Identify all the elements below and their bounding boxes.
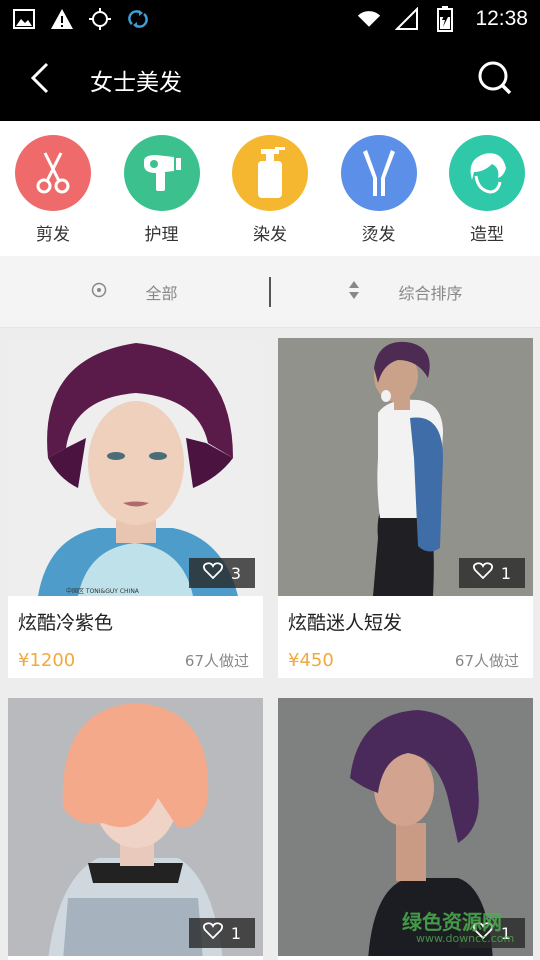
sort-filter-label: 综合排序 bbox=[398, 283, 463, 303]
card-meta: ¥450 67人做过 bbox=[278, 642, 533, 671]
sort-icon bbox=[348, 280, 360, 304]
like-count: 1 bbox=[500, 563, 512, 583]
hair-iron-icon bbox=[340, 135, 417, 211]
done-count: 67人做过 bbox=[454, 652, 519, 670]
category-dye[interactable]: 染发 bbox=[231, 121, 309, 256]
page-title: 女士美发 bbox=[90, 69, 182, 96]
category-label: 护理 bbox=[144, 225, 179, 245]
price: ¥450 bbox=[288, 650, 334, 671]
category-care[interactable]: 护理 bbox=[123, 121, 201, 256]
wifi-icon bbox=[357, 7, 381, 31]
sort-filter[interactable]: 综合排序 bbox=[271, 280, 540, 304]
hairstyle-photo: 1 bbox=[278, 338, 533, 596]
category-label: 染发 bbox=[253, 225, 287, 245]
hairstyle-photo: 1 bbox=[8, 698, 263, 956]
location-icon bbox=[91, 282, 107, 302]
scissors-icon bbox=[15, 135, 91, 211]
category-label: 烫发 bbox=[361, 225, 396, 245]
hairstyle-icon bbox=[449, 135, 525, 211]
heart-icon bbox=[472, 562, 493, 584]
hair-dryer-icon bbox=[123, 135, 200, 211]
clock: 12:38 bbox=[475, 7, 528, 30]
price: ¥1200 bbox=[18, 650, 76, 671]
like-count: 1 bbox=[230, 923, 242, 943]
battery-icon bbox=[433, 6, 457, 32]
like-badge[interactable]: 1 bbox=[189, 918, 255, 948]
card-title: 炫酷冷紫色 bbox=[18, 612, 114, 634]
search-icon bbox=[477, 60, 513, 100]
watermark-url: www.downcc.com bbox=[416, 932, 515, 945]
like-badge[interactable]: 1 bbox=[459, 558, 525, 588]
gps-icon bbox=[88, 7, 112, 31]
photo-credit: 中国区 TONI&GUY CHINA bbox=[66, 588, 139, 595]
signal-icon bbox=[395, 7, 419, 31]
area-filter[interactable]: 全部 bbox=[0, 280, 269, 304]
hairstyle-photo: 中国区 TONI&GUY CHINA 3 bbox=[8, 338, 263, 596]
hairstyle-card[interactable]: 1 炫酷迷人短发 ¥450 67人做过 bbox=[278, 338, 533, 678]
category-perm[interactable]: 烫发 bbox=[340, 121, 418, 256]
app-bar: 女士美发 bbox=[0, 38, 540, 121]
spray-bottle-icon bbox=[232, 135, 308, 211]
hairstyle-card[interactable]: 中国区 TONI&GUY CHINA 3 炫酷冷紫色 ¥1200 67人做过 bbox=[8, 338, 263, 678]
category-bar: 剪发 护理 染发 烫发 造型 bbox=[0, 121, 540, 256]
done-count: 67人做过 bbox=[184, 652, 249, 670]
category-label: 造型 bbox=[470, 225, 504, 245]
watermark: 绿色资源网 bbox=[402, 910, 502, 934]
status-bar: 12:38 bbox=[0, 0, 540, 38]
area-filter-label: 全部 bbox=[145, 283, 178, 303]
image-icon bbox=[12, 7, 36, 31]
category-styling[interactable]: 造型 bbox=[448, 121, 526, 256]
card-title: 炫酷迷人短发 bbox=[288, 612, 403, 634]
heart-icon bbox=[202, 562, 223, 584]
category-haircut[interactable]: 剪发 bbox=[14, 121, 92, 256]
card-meta: ¥1200 67人做过 bbox=[8, 642, 263, 671]
back-arrow-icon bbox=[29, 61, 51, 99]
search-button[interactable] bbox=[450, 38, 540, 121]
hairstyle-card[interactable]: 1 bbox=[8, 698, 263, 960]
filter-bar: 全部 综合排序 bbox=[0, 256, 540, 328]
category-label: 剪发 bbox=[36, 225, 70, 245]
back-button[interactable] bbox=[0, 38, 80, 121]
heart-icon bbox=[202, 922, 223, 944]
like-badge[interactable]: 3 bbox=[189, 558, 255, 588]
sync-icon bbox=[126, 7, 150, 31]
warning-icon bbox=[50, 7, 74, 31]
like-count: 3 bbox=[230, 563, 242, 583]
